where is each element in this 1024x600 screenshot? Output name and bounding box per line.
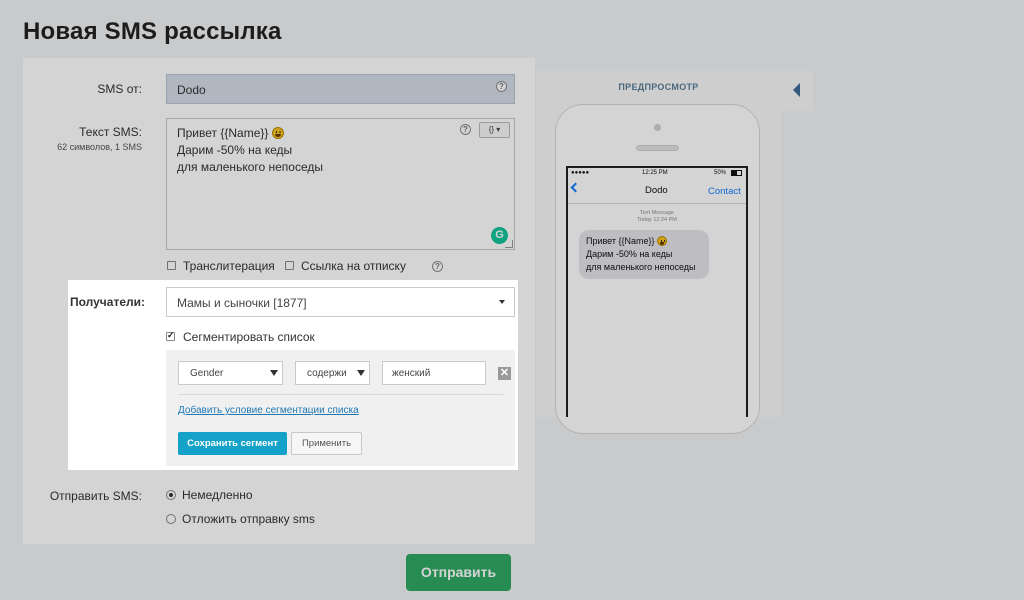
transliteration-checkbox[interactable]: [167, 261, 176, 270]
recipients-select[interactable]: Мамы и сыночки [1877]: [166, 287, 515, 317]
transliteration-label: Транслитерация: [183, 259, 275, 273]
smiley-emoji-icon: [271, 127, 284, 139]
status-signal: ●●●●●: [571, 170, 590, 176]
send-later-radio[interactable]: [166, 514, 176, 524]
smiley-emoji-icon: [657, 236, 668, 246]
send-now-label: Немедленно: [182, 488, 253, 502]
field-chevron-down-icon[interactable]: [270, 370, 278, 376]
message-bubble: Привет {{Name}} Дарим -50% на кеды для м…: [579, 230, 709, 279]
sms-text-line: Дарим -50% на кеды: [177, 143, 293, 157]
status-battery: 50%: [714, 170, 727, 176]
send-button[interactable]: Отправить: [406, 554, 511, 591]
sms-text-label: Текст SMS:: [79, 125, 142, 139]
segment-value-input[interactable]: женский: [382, 361, 486, 385]
camera-icon: [654, 124, 661, 131]
page-title: Новая SMS рассылка: [23, 18, 282, 45]
save-segment-button[interactable]: Сохранить сегмент: [178, 432, 287, 455]
segment-divider: [178, 394, 503, 395]
battery-icon: [731, 170, 742, 176]
preview-title: ПРЕДПРОСМОТР: [618, 82, 699, 92]
sender-label: SMS от:: [97, 82, 142, 96]
chat-contact-link: Contact: [708, 186, 741, 197]
speaker-icon: [636, 145, 679, 151]
segment-label: Сегментировать список: [183, 330, 315, 344]
status-time: 12:25 PM: [642, 170, 668, 176]
resize-handle-icon[interactable]: [505, 240, 513, 248]
options-help-icon[interactable]: ?: [432, 261, 443, 272]
collapse-arrow-icon[interactable]: [793, 83, 800, 97]
send-later-label: Отложить отправку sms: [182, 512, 315, 526]
send-time-label: Отправить SMS:: [49, 489, 142, 503]
sender-value: Dodo: [177, 83, 206, 97]
template-variables-button[interactable]: {} ▾: [479, 122, 510, 138]
apply-button[interactable]: Применить: [291, 432, 362, 455]
remove-condition-close-icon[interactable]: ✕: [498, 367, 511, 380]
recipients-label: Получатели:: [70, 295, 145, 309]
nav-divider: [568, 203, 746, 204]
sender-help-icon[interactable]: ?: [496, 81, 507, 92]
unsubscribe-link-checkbox[interactable]: [285, 261, 294, 270]
sms-text-line: для маленького непоседы: [177, 160, 324, 174]
sender-input[interactable]: Dodo: [166, 74, 515, 104]
recipients-selected: Мамы и сыночки [1877]: [177, 296, 307, 310]
segment-checkbox[interactable]: [166, 330, 175, 341]
sms-counter: 62 символов, 1 SMS: [57, 142, 142, 152]
add-condition-link[interactable]: Добавить условие сегментации списка: [178, 405, 359, 416]
message-meta: Text Message Today 12:24 PM: [637, 210, 677, 223]
chat-title: Dodo: [645, 185, 668, 196]
send-now-radio[interactable]: [166, 490, 176, 500]
segment-field-select[interactable]: Gender: [178, 361, 283, 385]
unsubscribe-link-label: Ссылка на отписку: [301, 259, 406, 273]
sms-text-line: Привет {{Name}}: [177, 125, 504, 142]
text-help-icon[interactable]: ?: [460, 124, 471, 135]
sms-textarea[interactable]: Привет {{Name}} Дарим -50% на кеды для м…: [166, 118, 515, 250]
chevron-down-icon[interactable]: [499, 300, 505, 304]
operator-chevron-down-icon[interactable]: [357, 370, 365, 376]
